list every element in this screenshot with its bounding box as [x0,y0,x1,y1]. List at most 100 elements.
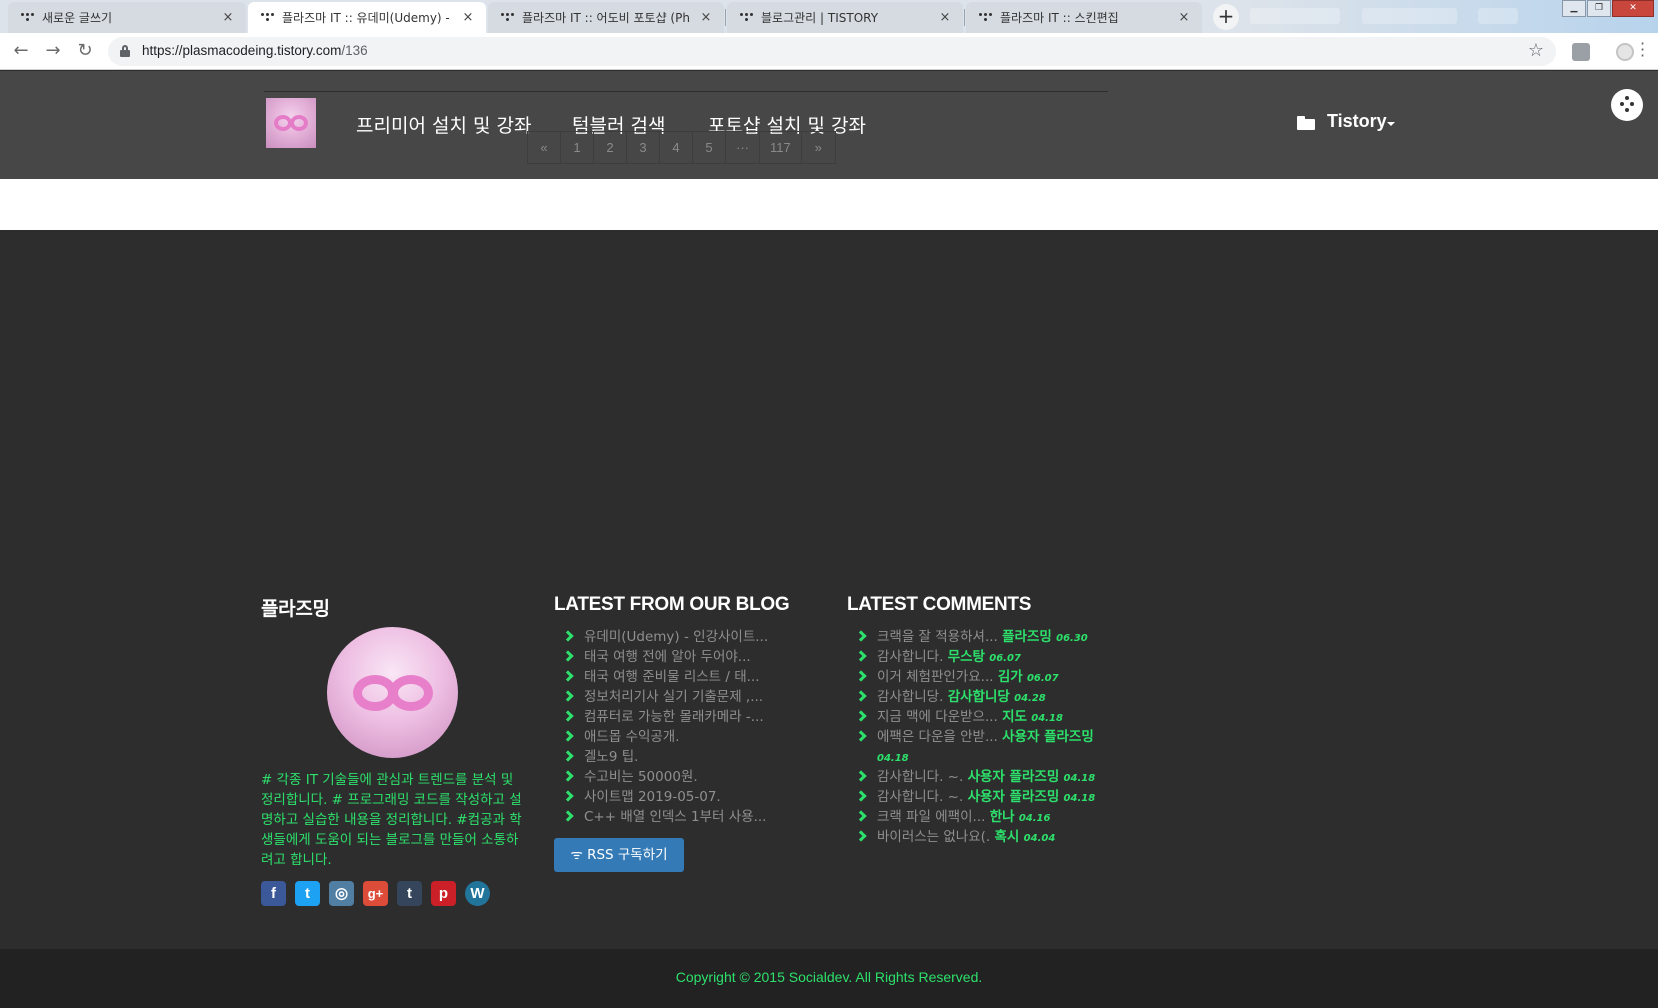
list-item[interactable]: 컴퓨터로 가능한 몰래카메라 -... [554,707,768,727]
pagination-page[interactable]: 2 [594,132,627,163]
pagination-next[interactable]: » [802,132,835,163]
profile-avatar-icon[interactable] [1616,43,1634,61]
pagination-page[interactable]: 5 [693,132,726,163]
instagram-icon[interactable]: ◎ [329,881,354,906]
comment-text[interactable]: 크랙 파일 에팩이... [877,809,985,825]
post-link[interactable]: 수고비는 50000원. [584,769,698,785]
comment-text[interactable]: 감사합니다. ~. [877,789,963,805]
list-item[interactable]: 애드몹 수익공개. [554,727,768,747]
comment-text[interactable]: 에팩은 다운을 안받... [877,729,998,745]
list-item[interactable]: 수고비는 50000원. [554,767,768,787]
list-item[interactable]: 바이러스는 없나요(. 혹시 04.04 [847,827,1112,847]
tistory-menu-button[interactable]: Tistory [1327,111,1387,132]
tab-title: 플라즈마 IT :: 어도비 포토샵 (Ph [522,11,690,25]
forward-button[interactable]: → [42,41,64,63]
comment-author: 한나 [989,809,1015,825]
nav-item-premiere[interactable]: 프리미어 설치 및 강좌 [356,111,531,138]
maximize-icon[interactable]: ❐ [1587,0,1611,17]
tab-separator [964,9,965,26]
comment-author: 혹시 [994,829,1020,845]
comment-text[interactable]: 감사합니다. ~. [877,769,963,785]
post-link[interactable]: 겔노9 팁. [584,749,638,765]
post-link[interactable]: 사이트맵 2019-05-07. [584,789,721,805]
post-link[interactable]: 태국 여행 전에 알아 두어야... [584,649,751,665]
infinity-logo-icon [353,675,433,711]
chevron-right-icon [562,790,574,802]
pagination-page[interactable]: 3 [627,132,660,163]
site-logo[interactable] [266,98,316,148]
tistory-favicon-icon [739,11,753,25]
post-link[interactable]: 유데미(Udemy) - 인강사이트... [584,629,768,645]
tumblr-icon[interactable]: t [397,881,422,906]
tab-skin-edit[interactable]: 플라즈마 IT :: 스킨편집 × [966,2,1202,33]
comment-text[interactable]: 지금 맥에 다운받으... [877,709,998,725]
address-bar[interactable]: https://plasmacodeing.tistory.com/136 ☆ [108,37,1556,66]
list-item[interactable]: 태국 여행 준비물 리스트 / 태... [554,667,768,687]
close-icon[interactable]: × [1176,10,1192,25]
list-item[interactable]: 에팩은 다운을 안받... 사용자 플라즈밍 04.18 [847,727,1112,767]
tab-new-post[interactable]: 새로운 글쓰기 × [8,2,246,33]
list-item[interactable]: 감사합니다. ~. 사용자 플라즈밍 04.18 [847,767,1112,787]
pinterest-icon[interactable]: p [431,881,456,906]
comment-text[interactable]: 크랙을 잘 적용하셔... [877,629,998,645]
chevron-right-icon [562,770,574,782]
post-link[interactable]: 애드몹 수익공개. [584,729,680,745]
comment-date: 06.07 [989,653,1021,664]
extension-icon[interactable] [1572,43,1590,61]
chevron-right-icon [562,690,574,702]
close-icon[interactable]: × [698,10,714,25]
more-options-button[interactable] [1611,89,1643,121]
google-plus-icon[interactable]: g+ [363,881,388,906]
list-item[interactable]: 태국 여행 전에 알아 두어야... [554,647,768,667]
post-link[interactable]: 태국 여행 준비물 리스트 / 태... [584,669,760,685]
pagination-prev[interactable]: « [528,132,561,163]
close-icon[interactable]: × [937,10,953,25]
window-close-icon[interactable]: ✕ [1612,0,1654,17]
close-icon[interactable]: × [220,10,236,25]
chevron-right-icon [855,790,867,802]
list-item[interactable]: 크랙 파일 에팩이... 한나 04.16 [847,807,1112,827]
rss-label: RSS 구독하기 [587,847,668,863]
list-item[interactable]: C++ 배열 인덱스 1부터 사용... [554,807,768,827]
chevron-right-icon [855,730,867,742]
tab-blog-admin[interactable]: 블로그관리 | TISTORY × [727,2,963,33]
back-button[interactable]: ← [10,41,32,63]
list-item[interactable]: 겔노9 팁. [554,747,768,767]
minimize-icon[interactable]: ▁ [1562,0,1586,17]
rss-subscribe-button[interactable]: ᯤ RSS 구독하기 [554,838,684,872]
comment-text[interactable]: 감사합니다. [877,649,943,665]
list-item[interactable]: 지금 맥에 다운받으... 지도 04.18 [847,707,1112,727]
bookmark-star-icon[interactable]: ☆ [1528,40,1544,61]
divider [264,91,1108,92]
comment-text[interactable]: 감사합니당. [877,689,943,705]
browser-menu-icon[interactable]: · · · [1640,36,1645,64]
facebook-icon[interactable]: f [261,881,286,906]
new-tab-button[interactable]: + [1213,4,1239,30]
pagination-page[interactable]: 1 [561,132,594,163]
post-link[interactable]: 정보처리기사 실기 기출문제 ,... [584,689,763,705]
list-item[interactable]: 감사합니다. 무스탕 06.07 [847,647,1112,667]
comment-text[interactable]: 이거 체험판인가요... [877,669,994,685]
pagination-page[interactable]: 4 [660,132,693,163]
list-item[interactable]: 감사합니다. ~. 사용자 플라즈밍 04.18 [847,787,1112,807]
reload-button[interactable]: ↻ [74,41,96,63]
comment-date: 04.18 [1063,773,1096,784]
comment-text[interactable]: 바이러스는 없나요(. [877,829,990,845]
comment-date: 04.28 [1014,693,1046,704]
tab-photoshop-post[interactable]: 플라즈마 IT :: 어도비 포토샵 (Ph × [488,2,724,33]
post-link[interactable]: C++ 배열 인덱스 1부터 사용... [584,809,766,825]
chevron-right-icon [562,810,574,822]
tab-separator [725,9,726,26]
list-item[interactable]: 크랙을 잘 적용하셔... 플라즈밍 06.30 [847,627,1112,647]
list-item[interactable]: 사이트맵 2019-05-07. [554,787,768,807]
post-link[interactable]: 컴퓨터로 가능한 몰래카메라 -... [584,709,764,725]
tab-udemy-post[interactable]: 플라즈마 IT :: 유데미(Udemy) - × [248,2,486,33]
list-item[interactable]: 유데미(Udemy) - 인강사이트... [554,627,768,647]
close-icon[interactable]: × [460,10,476,25]
list-item[interactable]: 정보처리기사 실기 기출문제 ,... [554,687,768,707]
twitter-icon[interactable]: t [295,881,320,906]
list-item[interactable]: 이거 체험판인가요... 김가 06.07 [847,667,1112,687]
wordpress-icon[interactable]: W [465,881,490,906]
list-item[interactable]: 감사합니당. 감사합니당 04.28 [847,687,1112,707]
pagination-page[interactable]: 117 [760,132,802,163]
